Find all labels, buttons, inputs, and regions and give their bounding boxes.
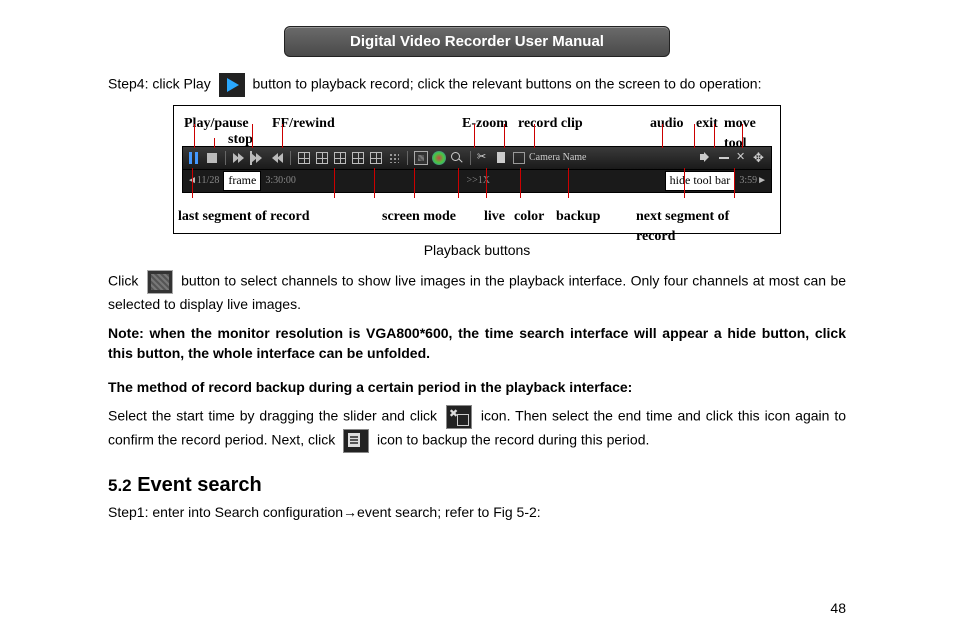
rewind-icon[interactable] bbox=[270, 151, 284, 165]
label-screen-mode: screen mode bbox=[382, 207, 456, 227]
playback-diagram: Play/pause stop FF/rewind E-zoom record … bbox=[173, 105, 781, 234]
label-e-zoom: E-zoom bbox=[462, 114, 508, 134]
screenmode5-icon[interactable] bbox=[369, 151, 383, 165]
screenmode3-icon[interactable] bbox=[333, 151, 347, 165]
camname-checkbox[interactable] bbox=[513, 152, 525, 164]
section-number: 5.2 bbox=[108, 476, 132, 495]
diagram-bottom-labels: last segment of record screen mode live … bbox=[182, 207, 772, 225]
label-live: live bbox=[484, 207, 505, 227]
click-live-para: Click button to select channels to show … bbox=[108, 270, 846, 314]
step4-suffix: button to playback record; click the rel… bbox=[253, 76, 762, 92]
ff-icon[interactable] bbox=[232, 151, 246, 165]
timeline-time-left: 3:30:00 bbox=[265, 174, 296, 189]
label-ff-rewind: FF/rewind bbox=[272, 114, 335, 134]
section-step1: Step1: enter into Search configuration→e… bbox=[108, 502, 846, 522]
label-backup: backup bbox=[556, 207, 600, 227]
backup-c: icon to backup the record during this pe… bbox=[377, 432, 649, 448]
diagram-top-labels: Play/pause stop FF/rewind E-zoom record … bbox=[182, 114, 772, 132]
audio-icon[interactable] bbox=[699, 151, 713, 165]
hide-toolbar-box: hide tool bar bbox=[665, 171, 736, 190]
live-icon-inline bbox=[147, 270, 173, 294]
timeline-time-right: 3:59 bbox=[739, 174, 757, 189]
play-icon bbox=[219, 73, 245, 97]
label-audio: audio bbox=[650, 114, 683, 134]
stop-icon[interactable] bbox=[205, 151, 219, 165]
label-exit: exit bbox=[696, 114, 718, 134]
section-heading: 5.2 Event search bbox=[108, 471, 846, 500]
label-stop: stop bbox=[228, 130, 253, 150]
label-next-segment: next segment of record bbox=[636, 207, 772, 248]
screenmode4-icon[interactable] bbox=[351, 151, 365, 165]
playback-toolbar: Camera Name bbox=[182, 146, 772, 170]
prev-segment-icon[interactable] bbox=[187, 174, 197, 189]
section-title: Event search bbox=[137, 474, 262, 496]
timeline-speed: >>1X bbox=[296, 174, 661, 189]
move-icon[interactable] bbox=[753, 151, 767, 165]
screenmode6-icon[interactable] bbox=[387, 151, 401, 165]
backup-a: Select the start time by dragging the sl… bbox=[108, 408, 437, 424]
page-number: 48 bbox=[830, 600, 846, 616]
label-last-segment: last segment of record bbox=[178, 207, 310, 227]
clip-icon[interactable] bbox=[477, 151, 491, 165]
note-paragraph: Note: when the monitor resolution is VGA… bbox=[108, 323, 846, 364]
screenmode1-icon[interactable] bbox=[297, 151, 311, 165]
page-header: Digital Video Recorder User Manual bbox=[284, 26, 670, 57]
camera-name-label: Camera Name bbox=[529, 151, 586, 166]
backup-method-para: Select the start time by dragging the sl… bbox=[108, 405, 846, 453]
timeline-date: 11/28 bbox=[197, 174, 219, 189]
frameadv-icon[interactable] bbox=[250, 151, 266, 165]
playback-timeline: 11/28 frame 3:30:00 >>1X hide tool bar 3… bbox=[182, 170, 772, 193]
backup-icon-inline bbox=[343, 429, 369, 453]
pause-icon[interactable] bbox=[187, 151, 201, 165]
screenmode2-icon[interactable] bbox=[315, 151, 329, 165]
live-icon[interactable] bbox=[414, 151, 428, 165]
click-suffix: button to select channels to show live i… bbox=[108, 273, 846, 312]
click-prefix: Click bbox=[108, 273, 138, 289]
ezoom-icon[interactable] bbox=[450, 151, 464, 165]
step4-line: Step4: click Play button to playback rec… bbox=[108, 73, 846, 97]
next-segment-icon[interactable] bbox=[757, 174, 767, 189]
label-color: color bbox=[514, 207, 544, 227]
backup-method-heading: The method of record backup during a cer… bbox=[108, 377, 846, 397]
step4-prefix: Step4: click Play bbox=[108, 76, 211, 92]
record-clip-icon-inline bbox=[446, 405, 472, 429]
label-move-tool: move tool bbox=[724, 114, 772, 155]
label-record-clip: record clip bbox=[518, 114, 583, 134]
exit-icon[interactable] bbox=[735, 151, 749, 165]
color-icon[interactable] bbox=[432, 151, 446, 165]
frame-label-box: frame bbox=[223, 171, 261, 190]
backup-icon[interactable] bbox=[495, 151, 509, 165]
hide-icon[interactable] bbox=[717, 151, 731, 165]
